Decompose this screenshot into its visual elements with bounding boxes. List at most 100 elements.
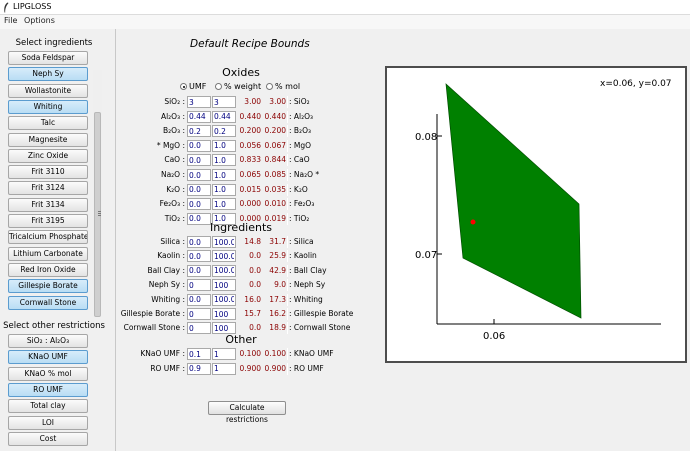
- lower-bound-input[interactable]: [187, 154, 211, 167]
- calculated-lower: 0.0: [249, 251, 261, 261]
- lower-bound-input[interactable]: [187, 348, 211, 360]
- ingredient-button-frit-3195[interactable]: Frit 3195: [8, 214, 88, 228]
- ingredient-button-frit-3124[interactable]: Frit 3124: [8, 181, 88, 196]
- ingredient-button-magnesite[interactable]: Magnesite: [8, 132, 88, 147]
- row-right-label: : Cornwall Stone: [289, 323, 351, 333]
- menu-file[interactable]: File: [4, 16, 17, 25]
- lower-bound-input[interactable]: [187, 110, 211, 123]
- ingredient-row: Whiting : 16.0 17.3: Whiting: [118, 293, 388, 307]
- upper-bound-input[interactable]: [212, 308, 236, 320]
- upper-bound-input[interactable]: [212, 169, 236, 181]
- ingredient-button-wollastonite[interactable]: Wollastonite: [8, 83, 88, 98]
- radio-mol[interactable]: % mol: [266, 82, 300, 91]
- upper-bound-input[interactable]: [212, 96, 236, 108]
- ingredient-button-frit-3134[interactable]: Frit 3134: [8, 197, 88, 212]
- upper-bound-input[interactable]: [212, 264, 236, 277]
- radio-weight[interactable]: % weight: [215, 82, 261, 91]
- ingredient-button-neph-sy[interactable]: Neph Sy: [8, 67, 88, 82]
- upper-bound-input[interactable]: [212, 293, 236, 306]
- restriction-button-ro-umf[interactable]: RO UMF: [8, 382, 88, 397]
- graph-canvas[interactable]: 0.08 0.07 0.06: [387, 68, 685, 361]
- lower-bound-input[interactable]: [187, 96, 211, 108]
- lower-bound-input[interactable]: [187, 139, 211, 152]
- calculated-lower: 0.200: [239, 126, 261, 136]
- upper-bound-input[interactable]: [212, 110, 236, 123]
- lower-bound-input[interactable]: [187, 183, 211, 196]
- lower-bound-input[interactable]: [187, 169, 211, 181]
- upper-bound-input[interactable]: [212, 236, 236, 248]
- row-divider: [287, 183, 288, 196]
- row-right-label: : SiO₂: [289, 97, 310, 106]
- upper-bound-input[interactable]: [212, 362, 236, 375]
- row-label: K₂O :: [166, 184, 185, 194]
- other-row: RO UMF :0.9000.900: RO UMF: [118, 362, 388, 376]
- ingredient-row: Neph Sy : 0.0 9.0: Neph Sy: [118, 279, 388, 292]
- row-right-label: : Whiting: [289, 294, 323, 304]
- row-label: Na₂O :: [160, 170, 185, 179]
- row-label: RO UMF :: [150, 363, 185, 373]
- ingredient-row: Silica : 14.8 31.7: Silica: [118, 236, 388, 249]
- ingredient-button-frit-3110[interactable]: Frit 3110: [8, 165, 88, 180]
- lower-bound-input[interactable]: [187, 125, 211, 138]
- menu-bar: File Options: [0, 15, 690, 29]
- restriction-button-knao-mol[interactable]: KNaO % mol: [8, 366, 88, 381]
- ingredient-row: Ball Clay : 0.0 42.9: Ball Clay: [118, 264, 388, 278]
- lower-bound-input[interactable]: [187, 264, 211, 277]
- lower-bound-input[interactable]: [187, 308, 211, 320]
- row-right-label: : Fe₂O₃: [289, 199, 315, 209]
- other-heading: Other: [225, 333, 257, 346]
- row-right-label: : KNaO UMF: [289, 349, 334, 358]
- row-right-label: : Na₂O *: [289, 170, 320, 179]
- radio-umf-indicator[interactable]: [180, 83, 187, 90]
- restriction-button-loi[interactable]: LOI: [8, 415, 88, 430]
- row-divider: [287, 169, 288, 181]
- restriction-button-total-clay[interactable]: Total clay: [8, 399, 88, 414]
- ingredient-button-lithium-carbonate[interactable]: Lithium Carbonate: [8, 246, 88, 261]
- upper-bound-input[interactable]: [212, 279, 236, 292]
- lower-bound-input[interactable]: [187, 322, 211, 335]
- calculated-lower: 0.100: [239, 349, 261, 358]
- ingredient-button-talc[interactable]: Talc: [8, 116, 88, 131]
- lower-bound-input[interactable]: [187, 250, 211, 263]
- ingredient-button-zinc-oxide[interactable]: Zinc Oxide: [8, 148, 88, 163]
- row-right-label: : K₂O: [289, 184, 308, 194]
- scrollbar-thumb[interactable]: [94, 112, 101, 317]
- feasible-region-graph[interactable]: x=0.06, y=0.07 0.08 0.07 0.06: [385, 66, 687, 363]
- restriction-button-cost[interactable]: Cost: [8, 431, 88, 446]
- ingredient-button-soda-feldspar[interactable]: Soda Feldspar: [8, 51, 88, 65]
- calculated-lower: 15.7: [244, 309, 261, 318]
- row-label: * MgO :: [156, 140, 185, 150]
- upper-bound-input[interactable]: [212, 125, 236, 138]
- restriction-button-sio-al-o-[interactable]: SiO₂ : Al₂O₃: [8, 334, 88, 348]
- upper-bound-input[interactable]: [212, 183, 236, 196]
- restriction-button-knao-umf[interactable]: KNaO UMF: [8, 350, 88, 365]
- calculated-upper: 18.9: [269, 323, 286, 333]
- lower-bound-input[interactable]: [187, 236, 211, 248]
- upper-bound-input[interactable]: [212, 154, 236, 167]
- lower-bound-input[interactable]: [187, 293, 211, 306]
- calculated-upper: 0.100: [264, 349, 286, 358]
- lower-bound-input[interactable]: [187, 279, 211, 292]
- row-divider: [287, 154, 288, 167]
- ingredient-list-scrollbar[interactable]: [93, 70, 102, 317]
- upper-bound-input[interactable]: [212, 198, 236, 211]
- row-label: KNaO UMF :: [140, 349, 185, 358]
- ingredient-button-cornwall-stone[interactable]: Cornwall Stone: [8, 295, 88, 310]
- menu-options[interactable]: Options: [24, 16, 55, 25]
- radio-weight-indicator[interactable]: [215, 83, 222, 90]
- lower-bound-input[interactable]: [187, 362, 211, 375]
- radio-mol-indicator[interactable]: [266, 83, 273, 90]
- ingredient-button-red-iron-oxide[interactable]: Red Iron Oxide: [8, 262, 88, 277]
- row-divider: [287, 279, 288, 292]
- ingredient-button-gillespie-borate[interactable]: Gillespie Borate: [8, 279, 88, 294]
- radio-umf[interactable]: UMF: [180, 82, 206, 91]
- lower-bound-input[interactable]: [187, 198, 211, 211]
- calculated-upper: 0.900: [264, 363, 286, 373]
- upper-bound-input[interactable]: [212, 139, 236, 152]
- calculate-restrictions-button[interactable]: Calculate restrictions: [208, 401, 286, 424]
- upper-bound-input[interactable]: [212, 250, 236, 263]
- ingredient-button-whiting[interactable]: Whiting: [8, 99, 88, 114]
- upper-bound-input[interactable]: [212, 348, 236, 360]
- ingredient-button-tricalcium-phosphate[interactable]: Tricalcium Phosphate: [8, 230, 88, 245]
- row-label: Kaolin :: [157, 251, 185, 261]
